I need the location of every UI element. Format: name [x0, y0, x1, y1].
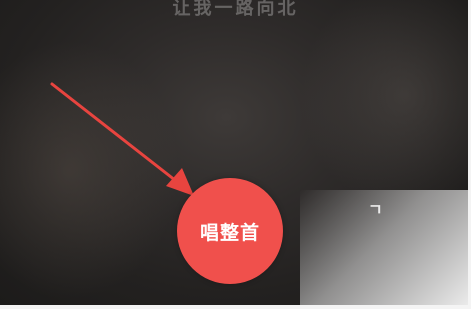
frame-border: [0, 305, 471, 309]
sing-full-song-button[interactable]: 唱整首: [177, 178, 283, 284]
video-frame: 让我一路向北 ㄱ 唱整首: [0, 0, 471, 309]
sing-button-label: 唱整首: [199, 221, 260, 244]
